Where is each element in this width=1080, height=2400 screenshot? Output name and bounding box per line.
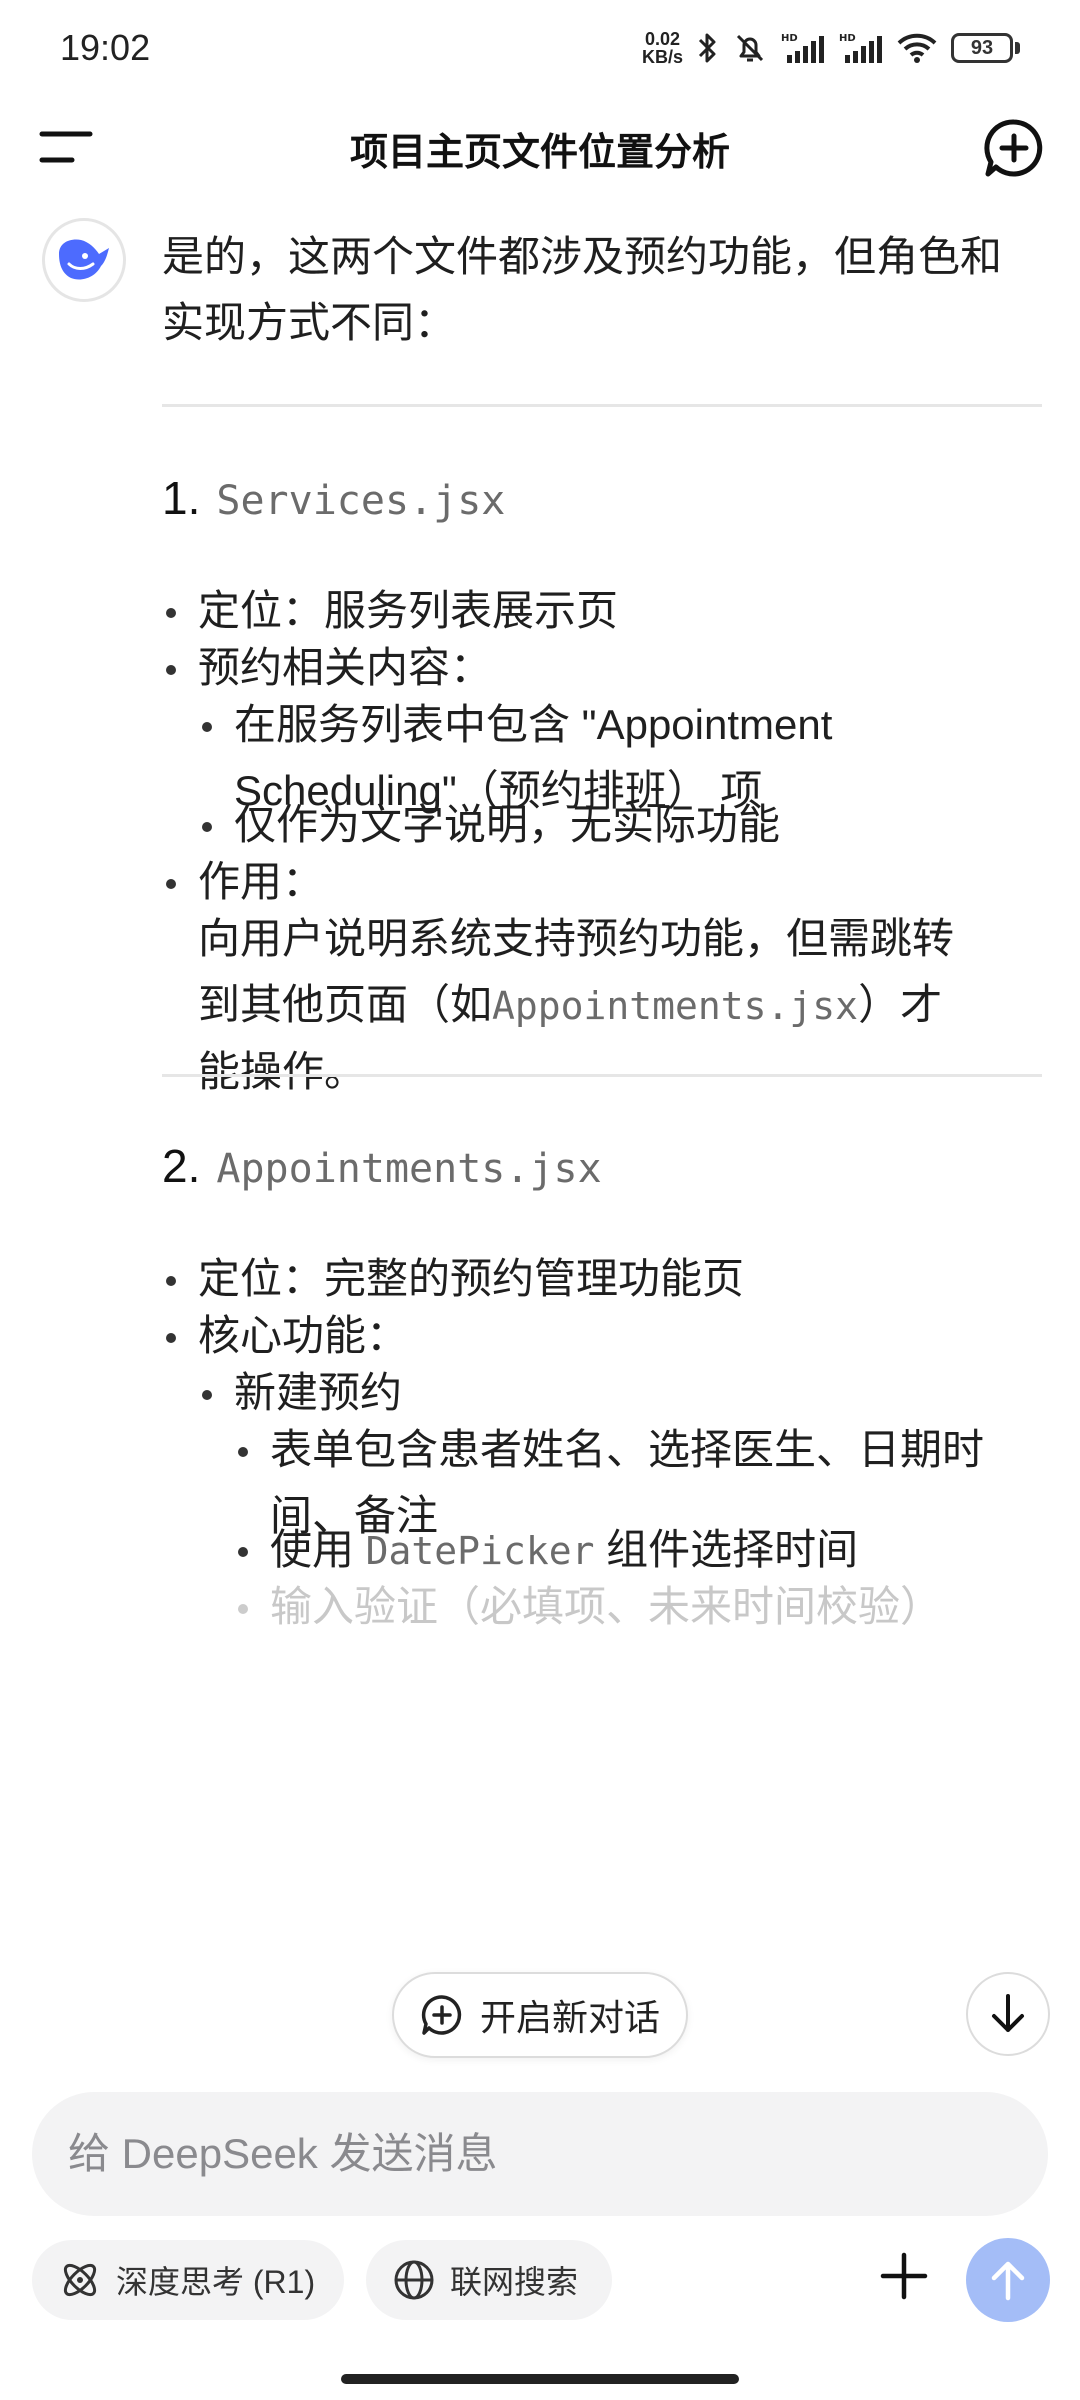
globe-icon	[394, 2260, 434, 2300]
chat-scroll-area[interactable]: 是的，这两个文件都涉及预约功能，但角色和实现方式不同： 1. Services.…	[0, 200, 1080, 2060]
signal-1-icon: HD	[781, 31, 825, 65]
assistant-intro-text: 是的，这两个文件都涉及预约功能，但角色和实现方式不同：	[162, 233, 1003, 346]
new-chat-icon	[984, 119, 1043, 177]
wifi-icon	[897, 31, 937, 65]
arrow-down-icon	[992, 1994, 1024, 2032]
status-icons: 0.02 KB/s HD HD 93	[642, 30, 1020, 66]
assistant-avatar	[42, 218, 126, 302]
message-input[interactable]	[68, 2130, 1048, 2178]
page-title: 项目主页文件位置分析	[349, 131, 730, 174]
bullet	[166, 1276, 176, 1286]
top-app-bar: 项目主页文件位置分析	[0, 96, 1080, 200]
start-new-chat-button[interactable]: 开启新对话	[392, 1972, 688, 2058]
bullet	[166, 608, 176, 618]
bullet	[166, 879, 176, 889]
atom-icon	[63, 2263, 97, 2297]
status-time: 19:02	[60, 27, 151, 68]
menu-icon	[39, 131, 93, 163]
bullet	[166, 665, 176, 675]
home-indicator[interactable]	[341, 2374, 739, 2384]
status-bar: 19:02 0.02 KB/s HD HD 93	[0, 0, 1080, 96]
bullet	[238, 1547, 248, 1557]
bullet	[238, 1447, 248, 1457]
bullet	[238, 1604, 248, 1614]
message-input-container[interactable]	[32, 2092, 1048, 2216]
bluetooth-icon	[697, 31, 719, 65]
deep-think-toggle[interactable]: 深度思考 (R1)	[32, 2240, 344, 2320]
send-button[interactable]	[966, 2238, 1050, 2322]
bullet	[202, 722, 212, 732]
divider	[162, 404, 1042, 407]
attach-button[interactable]	[872, 2244, 936, 2308]
battery-icon: 93	[951, 33, 1020, 63]
mute-bell-icon	[733, 31, 767, 65]
svg-text:HD: HD	[839, 33, 856, 44]
web-search-toggle[interactable]: 联网搜索	[366, 2240, 612, 2320]
deepseek-whale-icon	[59, 239, 109, 280]
signal-2-icon: HD	[839, 31, 883, 65]
network-speed: 0.02 KB/s	[641, 29, 683, 67]
divider	[162, 1074, 1042, 1077]
inline-code: Appointments.jsx	[216, 1146, 602, 1192]
arrow-up-icon	[991, 2261, 1025, 2301]
list-item: 输入验证（必填项、未来时间校验）	[270, 1583, 943, 1630]
plus-icon	[880, 2252, 928, 2300]
bullet	[166, 1333, 176, 1343]
inline-code: Appointments.jsx	[492, 984, 859, 1028]
inline-code: DatePicker	[365, 1529, 595, 1573]
new-chat-button[interactable]	[982, 116, 1046, 180]
svg-text:HD: HD	[781, 33, 798, 44]
bullet	[202, 822, 212, 832]
section-heading-1: 1. Services.jsx	[162, 468, 505, 531]
menu-button[interactable]	[38, 126, 98, 170]
scroll-to-bottom-button[interactable]	[966, 1972, 1050, 2056]
bullet	[202, 1390, 212, 1400]
section-heading-2: 2. Appointments.jsx	[162, 1136, 602, 1199]
inline-code: Services.jsx	[216, 478, 506, 524]
new-chat-icon	[421, 1995, 462, 2035]
